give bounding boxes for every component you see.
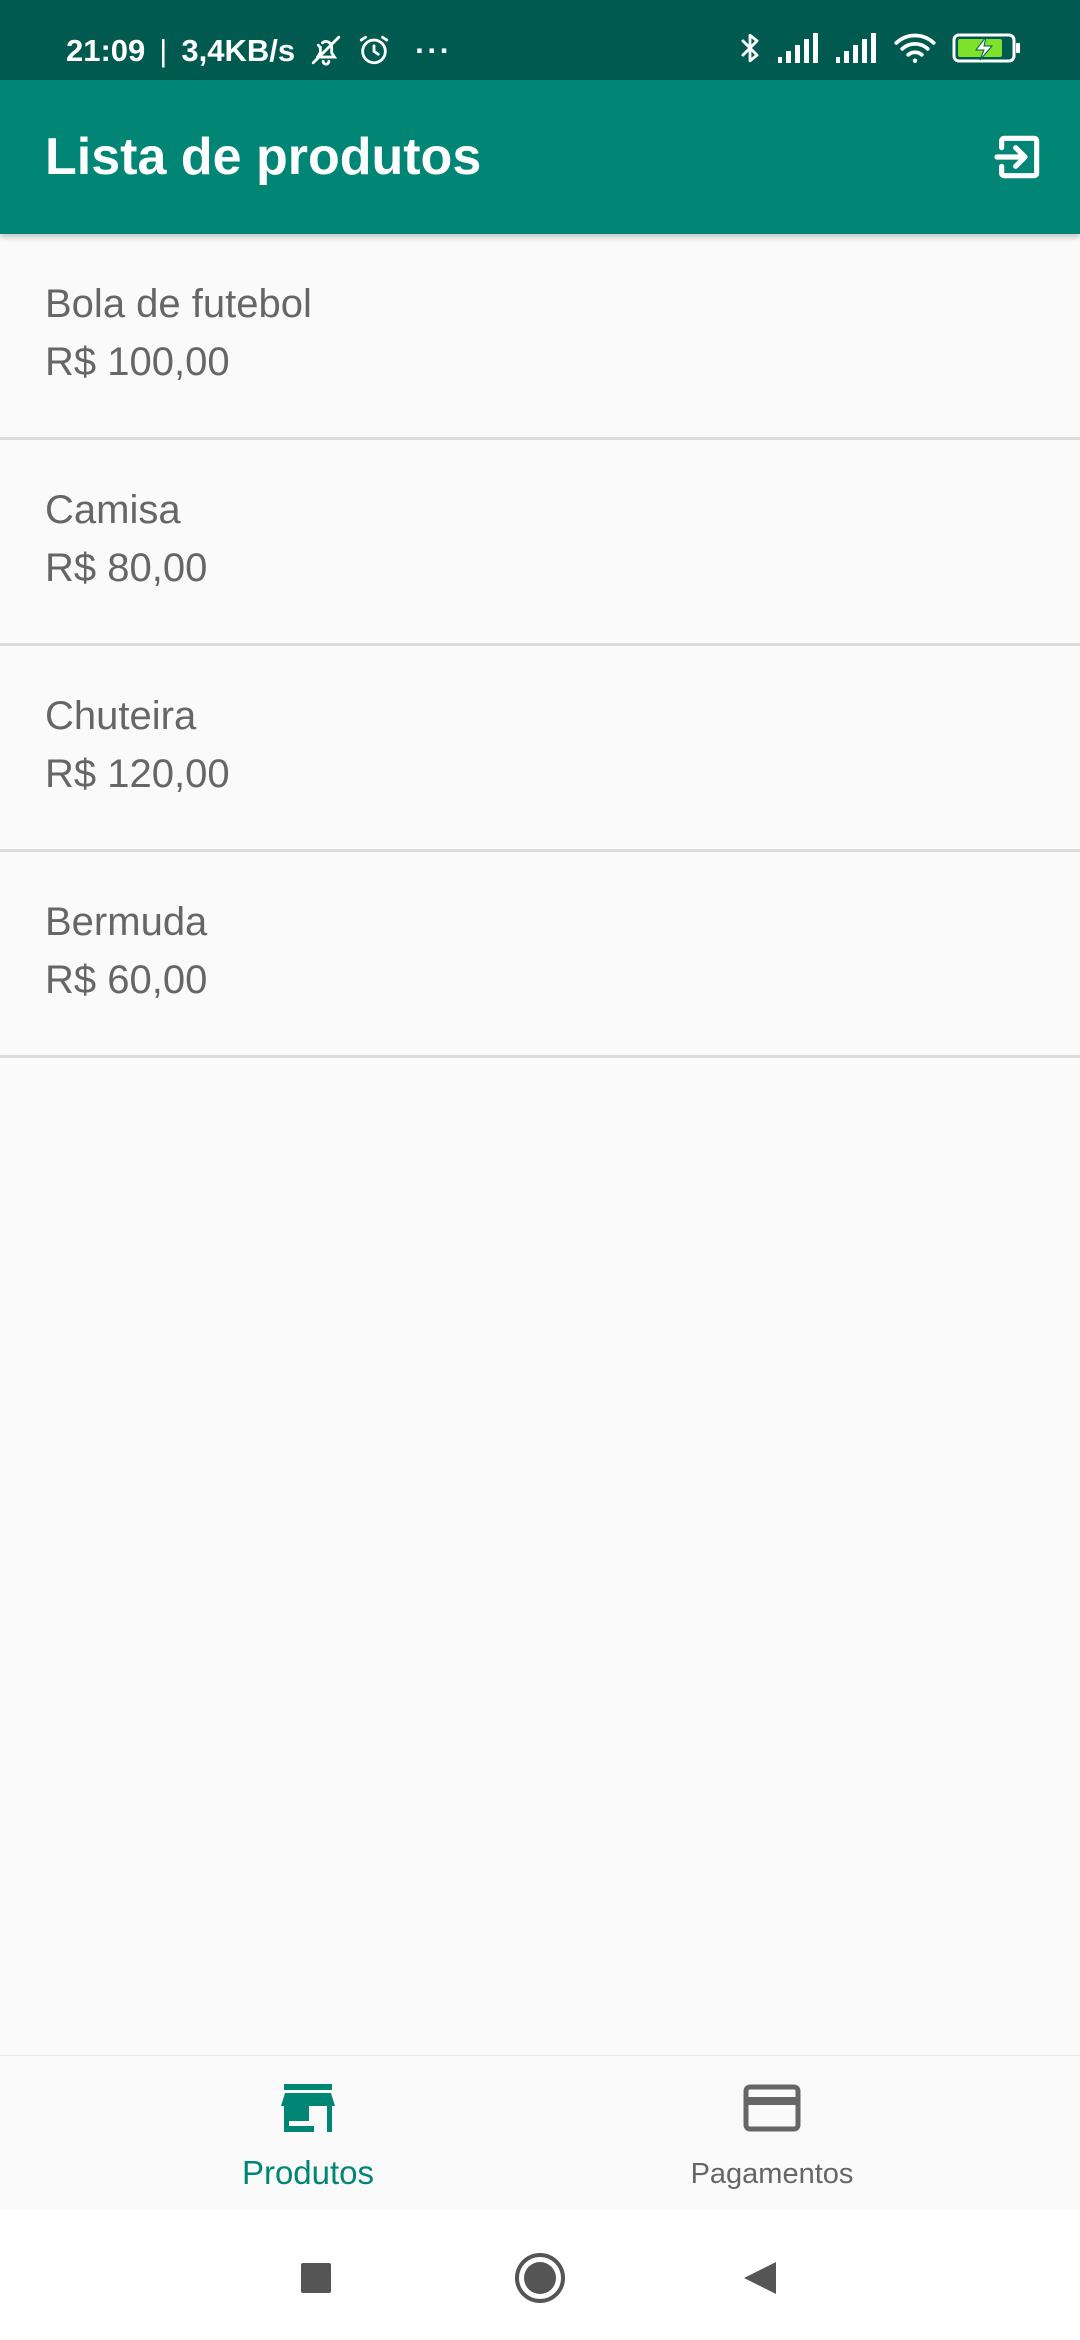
product-price: R$ 100,00 <box>45 340 230 384</box>
nav-label: Produtos <box>241 2154 375 2191</box>
product-name: Chuteira <box>45 694 197 738</box>
status-bar: 21:09 | 3,4KB/s ··· <box>0 0 1080 80</box>
logout-button[interactable] <box>986 125 1050 189</box>
logout-icon <box>994 135 1040 179</box>
page-title: Lista de produtos <box>45 128 482 186</box>
status-more: ··· <box>415 32 453 68</box>
home-button[interactable] <box>500 2238 580 2318</box>
status-separator: | <box>159 32 168 68</box>
store-icon <box>0 2084 616 2134</box>
status-time: 21:09 <box>66 32 146 68</box>
product-name: Camisa <box>45 488 181 532</box>
product-list: Bola de futebol R$ 100,00 Camisa R$ 80,0… <box>0 234 1080 1058</box>
alarm-icon <box>357 33 391 67</box>
product-price: R$ 80,00 <box>45 546 208 590</box>
list-item[interactable]: Chuteira R$ 120,00 <box>0 646 1080 852</box>
home-icon <box>515 2253 565 2303</box>
nav-label: Pagamentos <box>690 2158 854 2190</box>
back-icon <box>744 2262 776 2294</box>
product-price: R$ 120,00 <box>45 752 230 796</box>
nav-item-pagamentos[interactable]: Pagamentos <box>540 2056 1080 2211</box>
bell-off-icon <box>309 33 343 67</box>
product-name: Bola de futebol <box>45 282 312 326</box>
credit-card-icon <box>540 2084 1004 2132</box>
bluetooth-icon <box>738 31 762 70</box>
nav-item-produtos[interactable]: Produtos <box>0 2056 540 2211</box>
bottom-navigation: Produtos Pagamentos <box>0 2055 1080 2211</box>
list-item[interactable]: Bermuda R$ 60,00 <box>0 852 1080 1058</box>
product-name: Bermuda <box>45 900 208 944</box>
list-item[interactable]: Camisa R$ 80,00 <box>0 440 1080 646</box>
recents-icon <box>301 2263 331 2293</box>
list-item[interactable]: Bola de futebol R$ 100,00 <box>0 234 1080 440</box>
wifi-icon <box>894 31 936 70</box>
signal-icon <box>778 32 820 68</box>
product-price: R$ 60,00 <box>45 958 208 1002</box>
back-button[interactable] <box>720 2238 800 2318</box>
recents-button[interactable] <box>276 2238 356 2318</box>
battery-charging-icon <box>952 31 1022 70</box>
status-network-speed: 3,4KB/s <box>181 32 296 68</box>
signal-icon <box>836 32 878 68</box>
system-navigation-bar <box>0 2210 1080 2340</box>
app-bar: Lista de produtos <box>0 80 1080 234</box>
